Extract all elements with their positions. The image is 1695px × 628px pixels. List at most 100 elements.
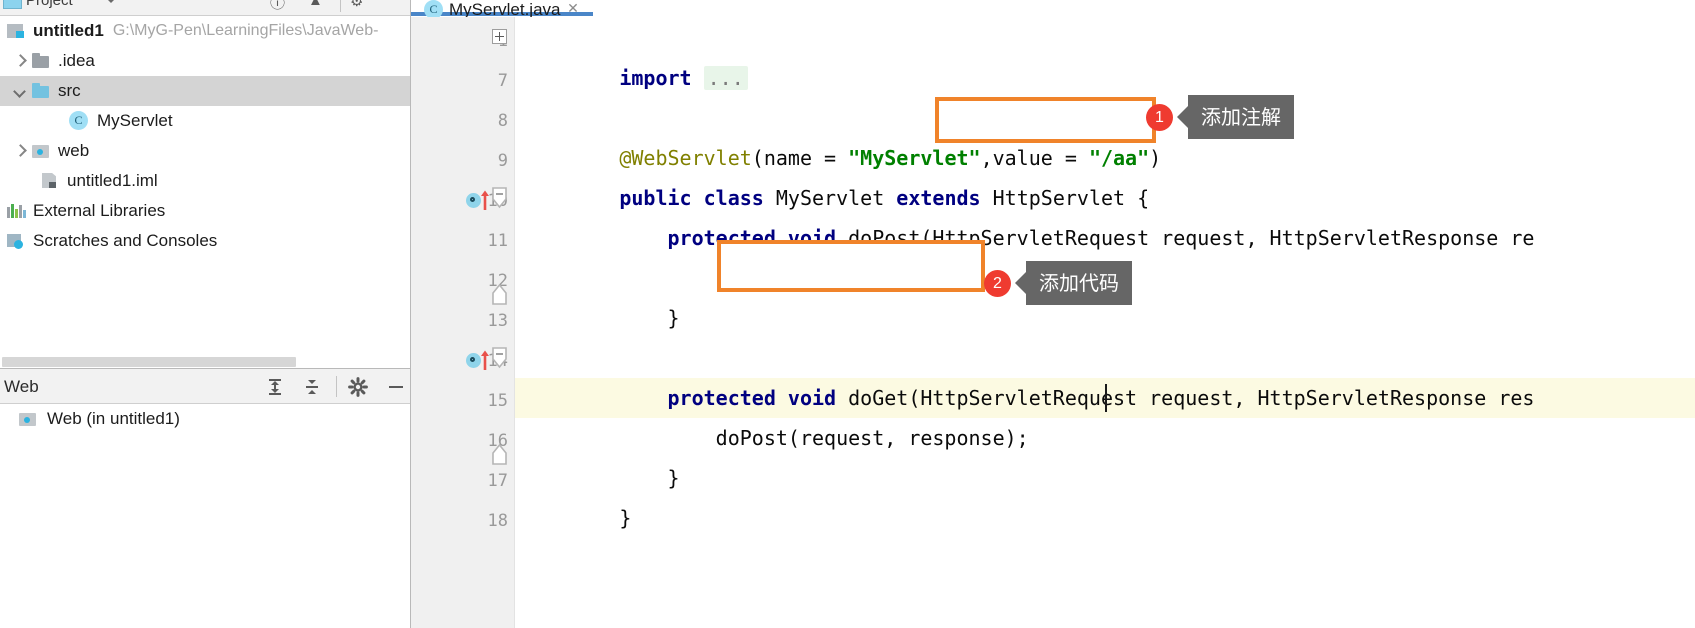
tree-item-myservlet[interactable]: C MyServlet [0, 106, 410, 136]
tree-item-web-facet[interactable]: Web (in untitled1) [0, 404, 410, 434]
web-facet-icon [18, 410, 38, 428]
line-number: 18 [487, 511, 508, 531]
web-panel-title: Web [4, 377, 39, 396]
tree-item-label: untitled1 [33, 21, 104, 40]
code-line-1[interactable]: import ... [523, 18, 748, 90]
annotation-badge-2: 2 [984, 270, 1011, 297]
line-number: 11 [487, 231, 508, 251]
tree-item-label: Scratches and Consoles [33, 231, 218, 250]
web-folder-icon [31, 142, 51, 160]
project-path-label: G:\MyG-Pen\LearningFiles\JavaWeb- [112, 22, 379, 39]
tree-item-web[interactable]: web [0, 136, 410, 166]
import-fold-placeholder[interactable]: ... [703, 66, 748, 90]
toolbar-divider [340, 0, 341, 12]
project-panel-title: Project [26, 0, 73, 9]
code-line-16[interactable]: } [523, 418, 679, 490]
line-number: 8 [497, 111, 508, 131]
code-line-10[interactable]: protected void doPost(HttpServletRequest… [523, 178, 1534, 250]
tree-item-iml[interactable]: untitled1.iml [0, 166, 410, 196]
code-token: } [619, 306, 680, 330]
line-number: 17 [487, 471, 508, 491]
tree-item-label: MyServlet [97, 111, 173, 130]
override-circle-icon [466, 193, 481, 208]
code-token: import [619, 66, 704, 90]
help-circle-icon[interactable]: ⓘ [270, 0, 285, 13]
project-tree-horizontal-scrollbar[interactable] [0, 356, 410, 368]
override-arrow-icon [480, 349, 490, 371]
web-tree[interactable]: Web (in untitled1) [0, 404, 410, 434]
override-circle-icon [466, 353, 481, 368]
folder-icon [31, 52, 51, 70]
code-line-9[interactable]: public class MyServlet extends HttpServl… [523, 138, 1149, 210]
java-class-icon-letter: C [429, 2, 438, 16]
minimize-icon[interactable] [385, 376, 407, 398]
chevron-down-icon[interactable] [106, 0, 116, 3]
java-class-icon-letter: C [74, 113, 83, 127]
scratches-icon [6, 232, 26, 250]
override-arrow-icon [480, 189, 490, 211]
annotation-badge-1: 1 [1146, 104, 1173, 131]
tree-item-src[interactable]: src [0, 76, 410, 106]
fold-end-icon-line16[interactable] [491, 443, 508, 465]
left-tool-window-stack: Project ⓘ ▲ ⚙ untitled1 G:\MyG-Pen\Learn… [0, 0, 411, 628]
code-token: doPost(request, response); [619, 426, 1029, 450]
code-line-12[interactable]: } [523, 258, 679, 330]
close-icon[interactable]: ✕ [566, 1, 580, 15]
collapse-all-icon[interactable] [301, 376, 323, 398]
project-tree[interactable]: untitled1 G:\MyG-Pen\LearningFiles\JavaW… [0, 16, 410, 356]
tree-item-untitled1[interactable]: untitled1 G:\MyG-Pen\LearningFiles\JavaW… [0, 16, 410, 46]
editor-area: C MyServlet.java ✕ 1 7 8 9 10 11 12 13 1… [411, 0, 1695, 628]
tree-item-label: External Libraries [33, 201, 166, 220]
tree-item-label: web [58, 141, 90, 160]
gear-icon[interactable]: ⚙ [350, 0, 363, 10]
tree-item-external-libraries[interactable]: External Libraries [0, 196, 410, 226]
tree-item-label: src [58, 81, 81, 100]
annotation-tooltip-1: 添加注解 [1177, 95, 1294, 139]
expand-all-icon[interactable] [264, 376, 286, 398]
code-line-17[interactable]: } [523, 458, 631, 530]
project-logo-icon [3, 0, 22, 9]
code-token: ) [1149, 146, 1162, 170]
tree-item-label: .idea [58, 51, 95, 70]
chevron-down-icon[interactable] [14, 85, 26, 97]
fold-expand-icon-line1[interactable] [492, 29, 507, 44]
code-line-14[interactable]: protected void doGet(HttpServletRequest … [523, 338, 1534, 410]
collapse-up-icon[interactable]: ▲ [308, 0, 323, 9]
chevron-right-icon[interactable] [14, 145, 26, 157]
folder-src-icon [31, 82, 51, 100]
java-class-icon: C [424, 0, 443, 17]
tree-item-label: Web (in untitled1) [47, 409, 180, 428]
annotation-highlight-1 [935, 97, 1156, 143]
fold-collapse-icon-line14[interactable] [491, 347, 508, 369]
chevron-right-icon[interactable] [14, 55, 26, 67]
line-number: 7 [497, 71, 508, 91]
code-token: } [619, 506, 632, 530]
idea-window: Project ⓘ ▲ ⚙ untitled1 G:\MyG-Pen\Learn… [0, 0, 1695, 628]
code-line-15[interactable]: doPost(request, response); [523, 378, 1029, 450]
module-icon [6, 22, 26, 40]
tree-item-idea[interactable]: .idea [0, 46, 410, 76]
annotation-tooltip-2: 添加代码 [1015, 261, 1132, 305]
toolbar-divider [336, 376, 337, 397]
annotation-highlight-2 [717, 240, 985, 292]
line-number: 13 [487, 311, 508, 331]
tree-item-scratches[interactable]: Scratches and Consoles [0, 226, 410, 256]
scrollbar-thumb[interactable] [2, 357, 296, 367]
java-class-icon: C [68, 110, 90, 132]
gear-icon[interactable] [347, 376, 369, 398]
text-caret [1105, 384, 1107, 412]
line-number: 15 [487, 391, 508, 411]
fold-collapse-icon-line10[interactable] [491, 187, 508, 209]
tree-item-label: untitled1.iml [67, 171, 158, 190]
iml-file-icon [40, 172, 60, 190]
fold-end-icon-line12[interactable] [491, 283, 508, 305]
editor-tab-label: MyServlet.java [449, 0, 561, 17]
external-libraries-icon [6, 202, 26, 220]
editor-tab-strip: C MyServlet.java ✕ [411, 0, 1695, 17]
project-tool-window-header: Project ⓘ ▲ ⚙ [0, 0, 410, 16]
web-tool-window: Web Web (in untitled1) [0, 368, 410, 628]
editor-tab-myservlet[interactable]: C MyServlet.java ✕ [411, 0, 593, 17]
line-number: 9 [497, 151, 508, 171]
web-tool-window-header: Web [0, 369, 410, 404]
editor-fold-strip[interactable] [492, 17, 515, 628]
